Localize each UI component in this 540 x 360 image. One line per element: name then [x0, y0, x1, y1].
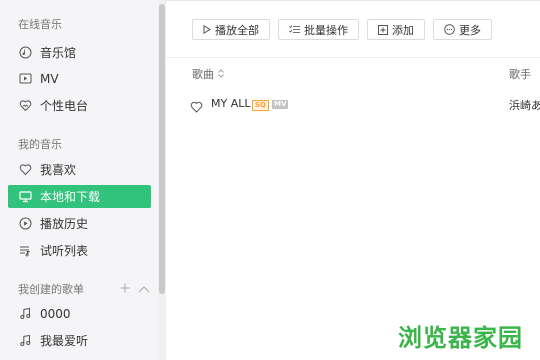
play-icon: [203, 25, 211, 34]
sidebar-item-label: 试听列表: [40, 244, 89, 258]
sidebar-item-mv[interactable]: MV: [8, 67, 151, 90]
play-all-label: 播放全部: [215, 23, 259, 37]
sq-quality-badge: SQ: [252, 100, 269, 111]
batch-operation-label: 批量操作: [304, 23, 348, 37]
history-icon: [18, 217, 32, 231]
sidebar-item-label: MV: [40, 71, 59, 86]
sidebar-scrollbar[interactable]: [158, 0, 166, 360]
more-icon: [444, 24, 455, 35]
sidebar-item-playlist-0000[interactable]: 0000: [8, 302, 151, 325]
sidebar-item-label: 音乐馆: [40, 46, 77, 60]
music-note-icon: [18, 334, 32, 348]
toolbar: 播放全部 批量操作 添加 更多: [192, 19, 492, 40]
sidebar-item-favorites[interactable]: 我喜欢: [8, 158, 151, 181]
collapse-icon[interactable]: [138, 278, 150, 297]
heart-icon: [18, 163, 32, 177]
mv-icon: [18, 72, 32, 86]
sidebar-item-local-download[interactable]: 本地和下载: [8, 185, 151, 208]
add-label: 添加: [392, 23, 414, 37]
sidebar-item-label: 0000: [40, 306, 71, 321]
sidebar-item-history[interactable]: 播放历史: [8, 212, 151, 235]
add-button[interactable]: 添加: [367, 19, 425, 40]
batch-operation-button[interactable]: 批量操作: [278, 19, 359, 40]
sidebar-item-label: 本地和下载: [40, 190, 101, 204]
music-note-icon: [18, 307, 32, 321]
music-hall-icon: [18, 46, 32, 60]
more-button[interactable]: 更多: [433, 19, 492, 40]
main-content: 播放全部 批量操作 添加 更多 歌曲 歌手 MY ALL SQ MV 浜崎あ: [166, 0, 540, 360]
more-label: 更多: [459, 23, 481, 37]
batch-list-icon: [289, 25, 300, 34]
section-title-online: 在线音乐: [18, 18, 62, 31]
table-row[interactable]: MY ALL SQ MV 浜崎あ: [166, 94, 540, 116]
sidebar-item-label: 我喜欢: [40, 163, 77, 177]
scrollbar-thumb[interactable]: [159, 4, 165, 294]
top-border: [166, 0, 540, 5]
section-title-created: 我创建的歌单: [18, 283, 84, 296]
section-title-mine: 我的音乐: [18, 138, 62, 151]
sidebar-item-label: 我最爱听: [40, 334, 89, 348]
radio-icon: [18, 99, 32, 113]
playlist-icon: [18, 244, 32, 258]
sidebar-item-label: 播放历史: [40, 217, 89, 231]
sidebar-item-preview-list[interactable]: 试听列表: [8, 239, 151, 262]
play-all-button[interactable]: 播放全部: [192, 19, 270, 40]
sort-icon: [218, 68, 224, 81]
column-header-song[interactable]: 歌曲: [192, 66, 224, 82]
add-playlist-icon[interactable]: [120, 278, 130, 297]
monitor-icon: [18, 190, 32, 204]
sidebar-item-label: 个性电台: [40, 99, 89, 113]
site-watermark: 浏览器家园: [398, 324, 523, 352]
created-section-actions: [120, 280, 156, 294]
sidebar-item-music-hall[interactable]: 音乐馆: [8, 41, 151, 64]
sidebar-item-radio[interactable]: 个性电台: [8, 94, 151, 117]
mv-badge[interactable]: MV: [272, 100, 289, 109]
column-header-artist[interactable]: 歌手: [509, 66, 531, 82]
sidebar: 在线音乐 音乐馆 MV 个性电台 我的音乐 我喜欢 本地和下载 播放历史 试听列…: [0, 0, 158, 360]
like-heart-icon[interactable]: [190, 98, 203, 117]
sidebar-item-playlist-favorite[interactable]: 我最爱听: [8, 329, 151, 352]
add-box-icon: [378, 24, 388, 35]
song-title[interactable]: MY ALL: [211, 97, 251, 110]
song-artist[interactable]: 浜崎あ: [509, 97, 540, 113]
toolbar-divider: [166, 57, 540, 58]
column-header-song-label: 歌曲: [192, 68, 214, 81]
